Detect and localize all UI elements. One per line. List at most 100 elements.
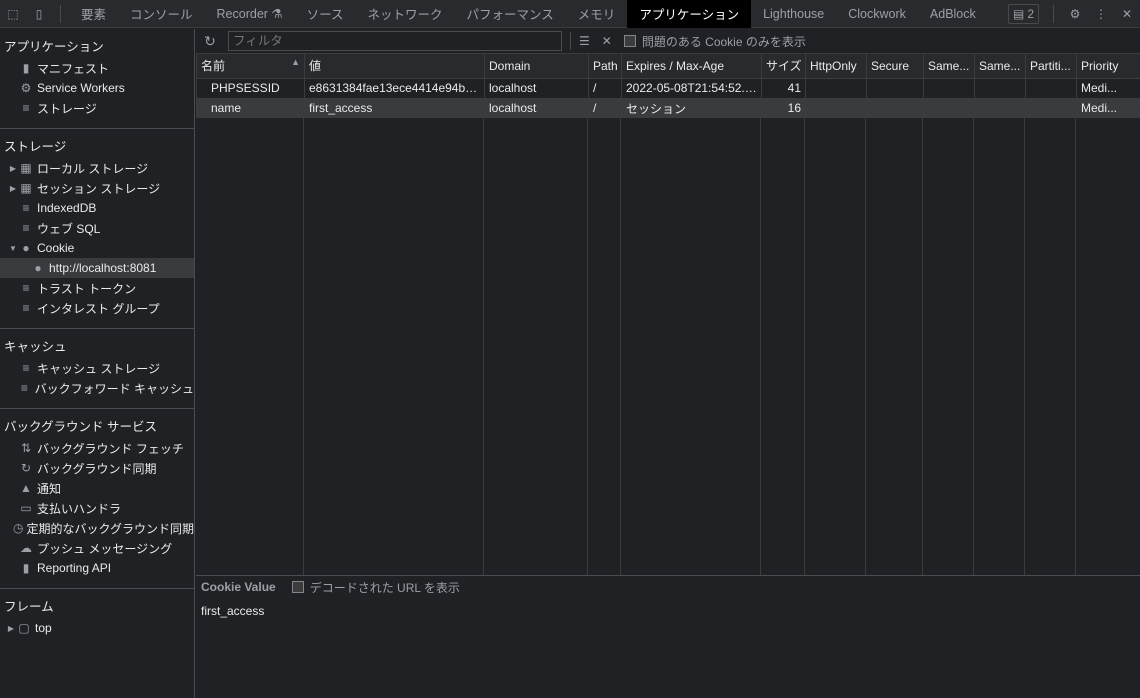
label: インタレスト グループ: [37, 301, 160, 316]
sidebar-item-push-messaging[interactable]: ☁ プッシュ メッセージング: [0, 538, 194, 558]
cell: localhost: [484, 78, 589, 98]
tab-elements[interactable]: 要素: [69, 0, 118, 28]
label: ウェブ SQL: [37, 221, 101, 236]
tab-recorder[interactable]: Recorder ⚗: [205, 0, 295, 28]
message-icon: ▤: [1012, 6, 1025, 21]
col-priority[interactable]: Priority: [1076, 54, 1140, 79]
cell: [1025, 98, 1077, 118]
sidebar-item-bfcache[interactable]: ≡ バックフォワード キャッシュ: [0, 378, 194, 398]
close-icon[interactable]: ✕: [1114, 0, 1140, 28]
sidebar-item-notifications[interactable]: ▲ 通知: [0, 478, 194, 498]
sidebar-item-cookie-localhost[interactable]: ● http://localhost:8081: [0, 258, 194, 278]
col-name[interactable]: 名前 ▲: [196, 54, 305, 79]
sidebar-item-service-workers[interactable]: ⚙ Service Workers: [0, 78, 194, 98]
tab-clockwork[interactable]: Clockwork: [836, 0, 918, 28]
sync-icon: ↻: [20, 461, 32, 475]
cell: [974, 98, 1026, 118]
tab-performance[interactable]: パフォーマンス: [455, 0, 566, 28]
sidebar-item-reporting-api[interactable]: ▮ Reporting API: [0, 558, 194, 578]
up-down-arrows-icon: ⇅: [20, 441, 32, 455]
col-samesite[interactable]: Same...: [923, 54, 975, 79]
cell: [866, 78, 924, 98]
sidebar-item-interest-groups[interactable]: ≡ インタレスト グループ: [0, 298, 194, 318]
sidebar-item-payment-handler[interactable]: ▭ 支払いハンドラ: [0, 498, 194, 518]
cell: first_access: [304, 98, 485, 118]
sidebar-item-trust-tokens[interactable]: ≡ トラスト トークン: [0, 278, 194, 298]
document-icon: ▮: [22, 61, 30, 75]
cell: [805, 78, 867, 98]
sidebar-item-background-fetch[interactable]: ⇅ バックグラウンド フェッチ: [0, 438, 194, 458]
table-row[interactable]: PHPSESSID e8631384fae13ece4414e94b3... l…: [196, 78, 1140, 98]
document-icon: ▮: [22, 561, 30, 575]
sidebar-item-local-storage[interactable]: ▶ ▦ ローカル ストレージ: [0, 158, 194, 178]
col-size[interactable]: サイズ: [761, 54, 806, 79]
gear-icon[interactable]: ⚙: [1062, 0, 1088, 28]
table-header: 名前 ▲ 値 Domain Path Expires / Max-Age サイズ …: [196, 54, 1140, 79]
database-icon: ≡: [22, 201, 30, 215]
expand-arrow-icon[interactable]: ▶: [8, 184, 18, 193]
sidebar-item-manifest[interactable]: ▮ マニフェスト: [0, 58, 194, 78]
expand-arrow-icon[interactable]: ▶: [8, 164, 18, 173]
tab-sources[interactable]: ソース: [295, 0, 356, 28]
database-icon: ≡: [22, 221, 30, 235]
col-httponly[interactable]: HttpOnly: [805, 54, 867, 79]
table-row-selected[interactable]: name first_access localhost / セッション 16 M…: [196, 98, 1140, 118]
col-path[interactable]: Path: [588, 54, 622, 79]
cell: 2022-05-08T21:54:52.0...: [621, 78, 762, 98]
section-background-services: バックグラウンド サービス ⇅ バックグラウンド フェッチ ↻ バックグラウンド同期…: [0, 416, 194, 589]
tab-console[interactable]: コンソール: [118, 0, 205, 28]
expand-arrow-icon[interactable]: ▶: [6, 624, 16, 633]
cookie-toolbar: ↻ ☰ ✕ 問題のある Cookie のみを表示: [196, 29, 1140, 54]
issues-count: 2: [1027, 6, 1034, 21]
filter-input[interactable]: [228, 31, 562, 51]
sidebar-item-indexeddb[interactable]: ≡ IndexedDB: [0, 198, 194, 218]
only-issues-label: 問題のある Cookie のみを表示: [641, 34, 806, 49]
tab-application[interactable]: アプリケーション: [627, 0, 752, 28]
sidebar-item-background-sync[interactable]: ↻ バックグラウンド同期: [0, 458, 194, 478]
col-expires[interactable]: Expires / Max-Age: [621, 54, 762, 79]
col-value[interactable]: 値: [304, 54, 485, 79]
device-toolbar-icon[interactable]: ▯: [26, 0, 52, 28]
label: ストレージ: [37, 101, 97, 116]
devtools-tabbar: ⬚ ▯ 要素 コンソール Recorder ⚗ ソース ネットワーク パフォーマ…: [0, 0, 1140, 28]
database-icon: ≡: [20, 381, 28, 395]
col-partition-key[interactable]: Partiti...: [1025, 54, 1077, 79]
only-issues-checkbox[interactable]: [623, 35, 636, 47]
col-secure[interactable]: Secure: [866, 54, 924, 79]
gear-icon: ⚙: [20, 81, 32, 95]
tab-lighthouse[interactable]: Lighthouse: [751, 0, 836, 28]
delete-selected-icon[interactable]: ✕: [602, 34, 612, 48]
tab-memory[interactable]: メモリ: [566, 0, 628, 28]
decode-url-checkbox[interactable]: [291, 581, 304, 593]
col-domain[interactable]: Domain: [484, 54, 589, 79]
section-title: アプリケーション: [4, 40, 104, 54]
sidebar: アプリケーション ▮ マニフェスト ⚙ Service Workers ≡ ストレージ…: [0, 29, 195, 698]
tab-network[interactable]: ネットワーク: [356, 0, 455, 28]
sort-ascending-icon: ▲: [291, 57, 300, 68]
label: IndexedDB: [37, 201, 97, 215]
sidebar-item-periodic-sync[interactable]: ◷ 定期的なバックグラウンド同期: [0, 518, 194, 538]
sidebar-item-frame-top[interactable]: ▶ ▢ top: [0, 618, 194, 638]
inspect-element-icon[interactable]: ⬚: [0, 0, 26, 28]
cell: セッション: [621, 98, 762, 118]
sidebar-item-cache-storage[interactable]: ≡ キャッシュ ストレージ: [0, 358, 194, 378]
cell: /: [588, 78, 622, 98]
sidebar-item-cookie[interactable]: ▼ ● Cookie: [0, 238, 194, 258]
more-options-icon[interactable]: ⋮: [1088, 0, 1114, 28]
col-sameparty[interactable]: Same...: [974, 54, 1026, 79]
section-title: バックグラウンド サービス: [4, 420, 157, 434]
section-title: キャッシュ: [4, 340, 67, 354]
section-frames: フレーム ▶ ▢ top: [0, 596, 194, 638]
issues-button[interactable]: ▤ 2: [1007, 3, 1039, 24]
sidebar-item-storage[interactable]: ≡ ストレージ: [0, 98, 194, 118]
collapse-arrow-icon[interactable]: ▼: [8, 244, 18, 253]
tab-adblock[interactable]: AdBlock: [918, 0, 988, 28]
sidebar-item-session-storage[interactable]: ▶ ▦ セッション ストレージ: [0, 178, 194, 198]
clear-filtered-icon[interactable]: ☰: [579, 34, 590, 48]
refresh-icon[interactable]: ↻: [196, 33, 224, 50]
sidebar-item-web-sql[interactable]: ≡ ウェブ SQL: [0, 218, 194, 238]
label: マニフェスト: [37, 61, 110, 76]
cookie-icon: ●: [34, 261, 42, 275]
cell: localhost: [484, 98, 589, 118]
cell: e8631384fae13ece4414e94b3...: [304, 78, 485, 98]
